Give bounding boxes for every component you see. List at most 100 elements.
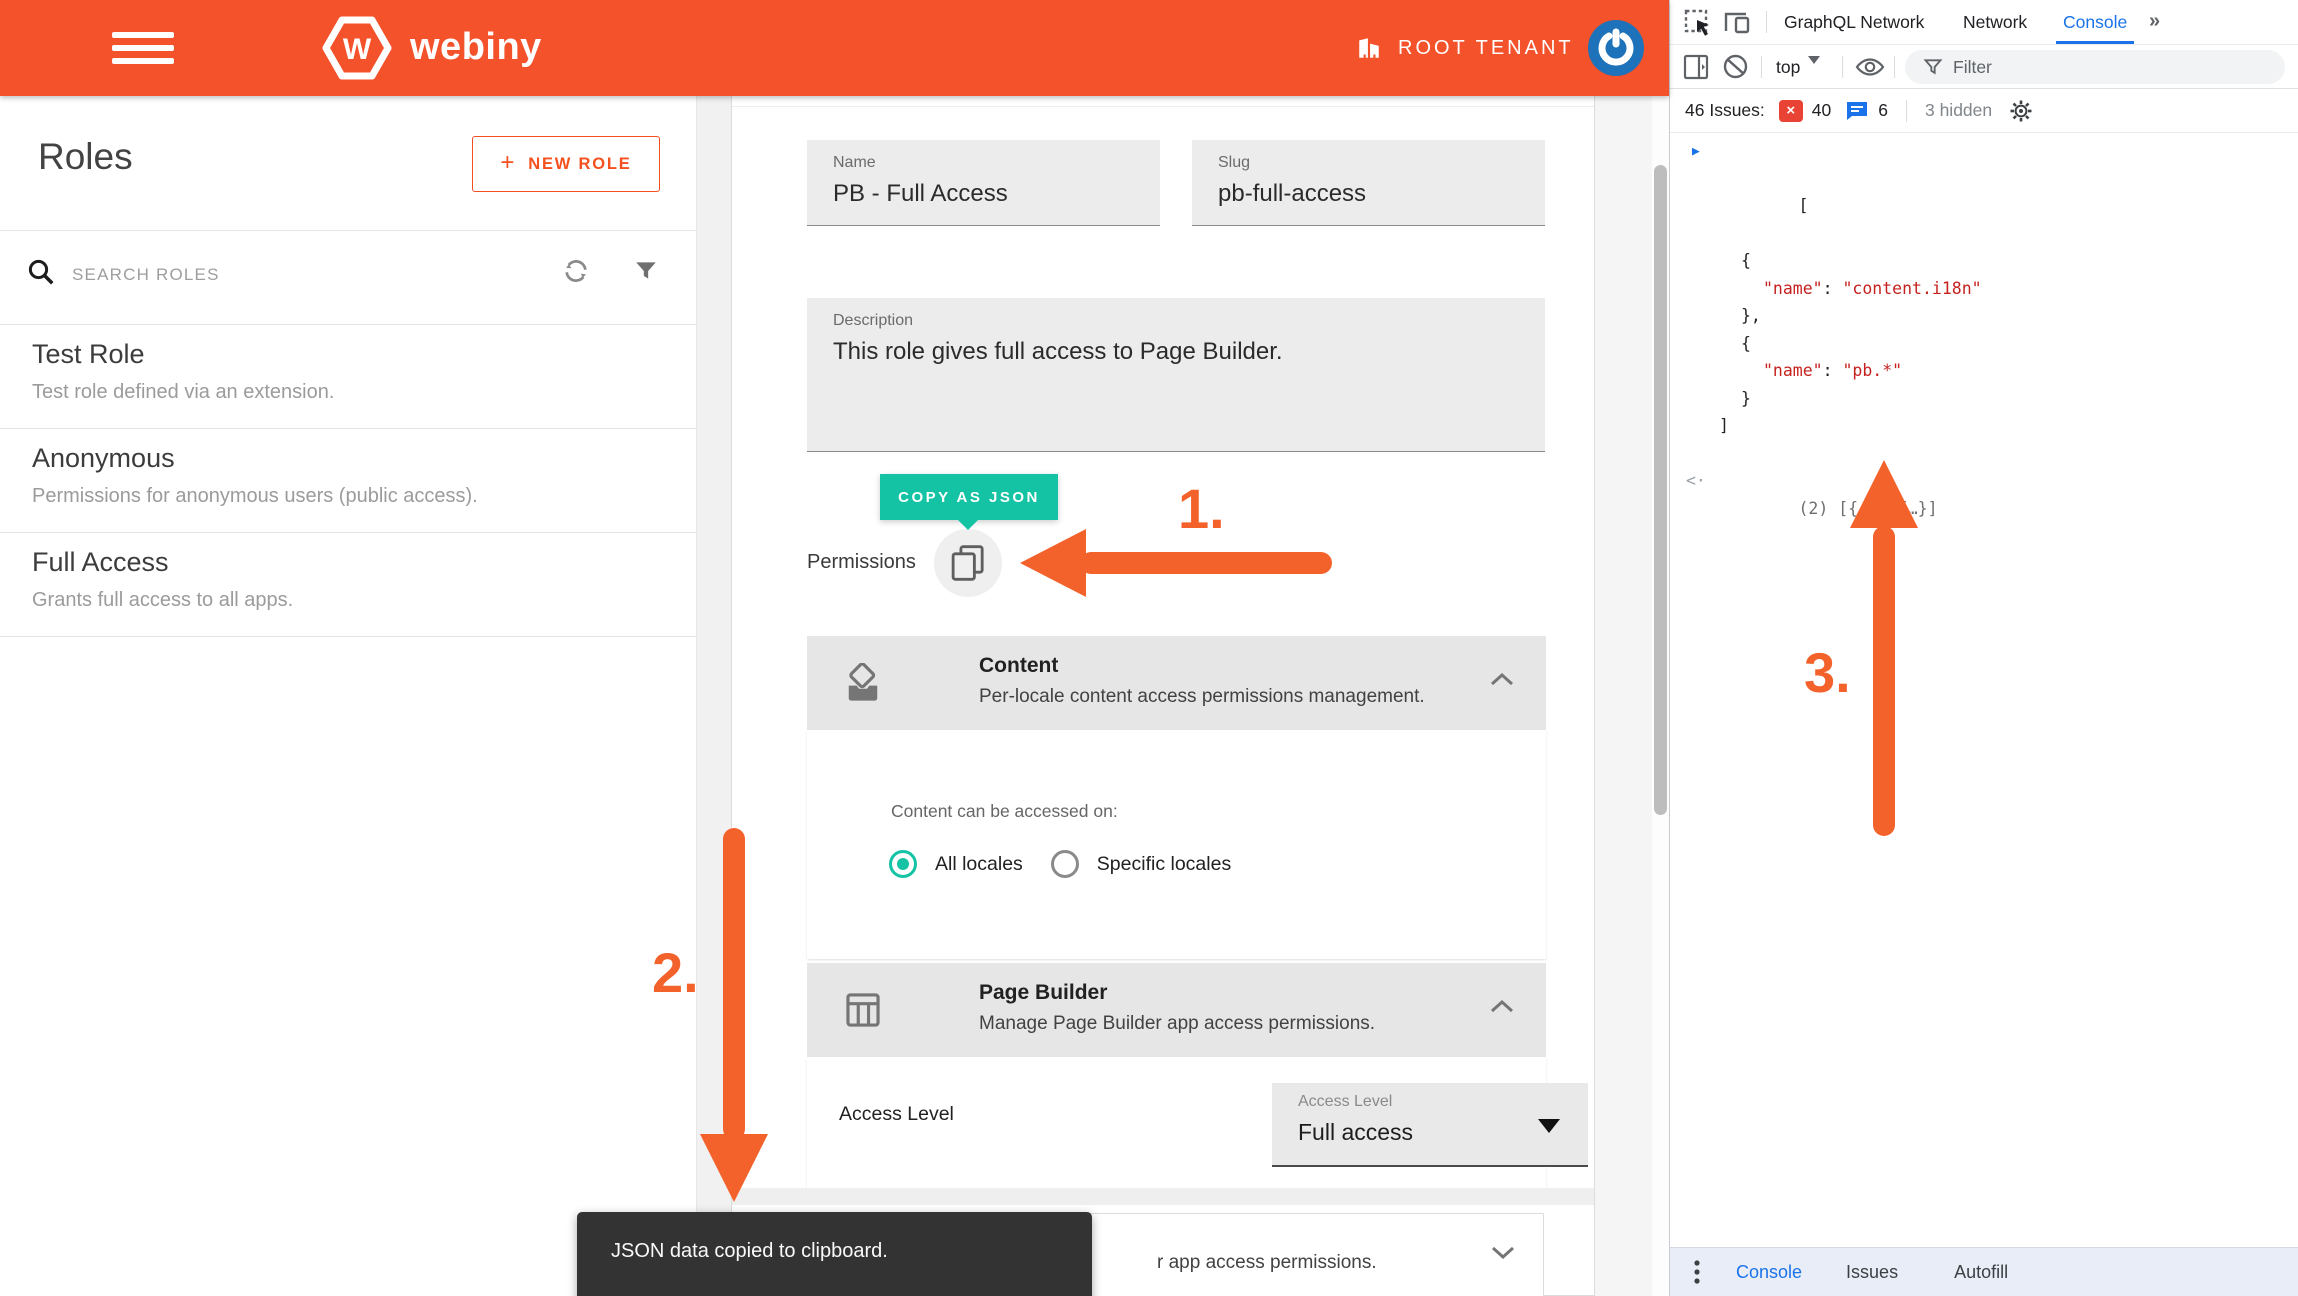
expand-caret-icon[interactable]: ▶ <box>1692 138 1700 166</box>
content-icon <box>844 663 882 705</box>
slug-field[interactable]: Slug pb-full-access <box>1192 140 1545 226</box>
return-arrow-icon: <· <box>1686 467 1706 495</box>
roles-sidebar: Roles + NEW ROLE SEARCH ROLES Test Role <box>0 96 697 1296</box>
section-content-body: Content can be accessed on: All locales … <box>807 730 1546 959</box>
console-line: ▶ [ <box>1670 137 2298 247</box>
page-builder-icon <box>844 990 882 1030</box>
screen: Roles + NEW ROLE SEARCH ROLES Test Role <box>0 0 2298 1296</box>
description-field-label: Description <box>833 312 913 330</box>
search-icon <box>26 257 56 287</box>
console-line: ] <box>1670 412 2298 440</box>
brand-wordmark: webiny <box>410 26 542 69</box>
description-field[interactable]: Description This role gives full access … <box>807 298 1545 452</box>
chevron-down-icon[interactable] <box>1489 1242 1517 1262</box>
error-count-badge[interactable]: × <box>1779 100 1803 122</box>
search-input[interactable]: SEARCH ROLES <box>72 265 220 285</box>
tab-graphql-network[interactable]: GraphQL Network <box>1784 0 1924 45</box>
caret-down-icon <box>1538 1119 1560 1144</box>
radio-all-locales[interactable] <box>889 850 917 878</box>
page-title: Roles <box>38 136 133 178</box>
locale-radio-group: All locales Specific locales <box>889 847 1259 881</box>
new-role-label: NEW ROLE <box>528 155 631 174</box>
description-field-value: This role gives full access to Page Buil… <box>833 338 1283 366</box>
section-title: Page Builder <box>979 981 1107 1005</box>
role-name: Test Role <box>32 339 145 370</box>
list-item-full-access[interactable]: Full Access Grants full access to all ap… <box>0 533 697 636</box>
snackbar-message: JSON data copied to clipboard. <box>611 1240 888 1263</box>
role-description: Grants full access to all apps. <box>32 589 293 612</box>
menu-icon[interactable] <box>112 32 174 64</box>
plus-icon: + <box>500 149 516 177</box>
search-roles-bar[interactable]: SEARCH ROLES <box>0 231 697 324</box>
section-subtitle: Per-locale content access permissions ma… <box>979 686 1425 708</box>
building-icon <box>1356 35 1382 61</box>
message-badge-icon[interactable] <box>1845 100 1869 122</box>
scrollbar-thumb[interactable] <box>1654 165 1667 815</box>
kebab-menu-icon[interactable] <box>1694 1259 1700 1285</box>
filter-icon[interactable] <box>633 257 659 285</box>
snackbar: JSON data copied to clipboard. <box>577 1212 1092 1296</box>
access-level-label: Access Level <box>839 1103 954 1126</box>
divider <box>1906 100 1907 122</box>
list-item-anonymous[interactable]: Anonymous Permissions for anonymous user… <box>0 429 697 532</box>
drawer-tab-console[interactable]: Console <box>1736 1262 1802 1283</box>
console-line: { <box>1670 247 2298 275</box>
page-background <box>1595 96 1652 1296</box>
divider <box>732 106 1594 107</box>
devtools-drawer: Console Issues Autofill <box>1670 1247 2298 1296</box>
drawer-tab-issues[interactable]: Issues <box>1846 1262 1898 1283</box>
app-header: W webiny ROOT TENANT <box>0 0 1669 96</box>
inspect-element-icon[interactable] <box>1684 9 1712 37</box>
section-page-builder-header[interactable]: Page Builder Manage Page Builder app acc… <box>807 963 1546 1057</box>
clear-console-icon[interactable] <box>1722 53 1749 80</box>
radio-specific-locales[interactable] <box>1051 850 1079 878</box>
console-line: } <box>1670 385 2298 413</box>
console-filter-input[interactable]: Filter <box>1905 50 2285 84</box>
section-content-header[interactable]: Content Per-locale content access permis… <box>807 636 1546 730</box>
drawer-tab-autofill[interactable]: Autofill <box>1954 1262 2008 1283</box>
svg-text:W: W <box>343 33 372 66</box>
chevron-up-icon[interactable] <box>1488 670 1516 690</box>
console-line: "name": "pb.*" <box>1670 357 2298 385</box>
section-subtitle-fragment: r app access permissions. <box>1157 1252 1377 1274</box>
access-level-dropdown[interactable]: Access Level Full access <box>1272 1083 1588 1167</box>
message-count: 6 <box>1878 100 1888 121</box>
divider <box>0 636 697 637</box>
radio-specific-locales-label[interactable]: Specific locales <box>1097 853 1231 876</box>
chevron-up-icon[interactable] <box>1488 997 1516 1017</box>
issues-settings-gear-icon[interactable] <box>2008 98 2034 124</box>
device-toolbar-icon[interactable] <box>1722 9 1752 37</box>
slug-field-label: Slug <box>1218 154 1250 172</box>
role-description: Permissions for anonymous users (public … <box>32 485 478 508</box>
list-item-test-role[interactable]: Test Role Test role defined via an exten… <box>0 325 697 428</box>
tenant-selector[interactable]: ROOT TENANT <box>1356 30 1574 66</box>
permissions-label: Permissions <box>807 551 916 574</box>
eye-icon[interactable] <box>1855 55 1885 79</box>
console-line: }, <box>1670 302 2298 330</box>
dropdown-label: Access Level <box>1298 1093 1392 1111</box>
user-avatar[interactable] <box>1588 20 1644 76</box>
new-role-button[interactable]: + NEW ROLE <box>472 136 660 192</box>
name-field-value: PB - Full Access <box>833 180 1008 208</box>
console-toolbar: top Filter <box>1670 45 2298 89</box>
name-field[interactable]: Name PB - Full Access <box>807 140 1160 226</box>
copy-permissions-button[interactable] <box>934 529 1002 597</box>
tab-network[interactable]: Network <box>1963 0 2027 45</box>
annotation-step-1: 1. <box>1020 470 1340 600</box>
annotation-3-label: 3. <box>1804 640 1851 705</box>
tenant-label: ROOT TENANT <box>1398 37 1574 60</box>
radio-all-locales-label[interactable]: All locales <box>935 853 1023 876</box>
tab-console[interactable]: Console <box>2063 0 2127 45</box>
annotation-step-2: 2. <box>650 828 770 1208</box>
context-selector[interactable]: top <box>1776 56 1820 78</box>
issues-bar: 46 Issues: × 40 6 3 hidden <box>1670 89 2298 133</box>
console-line: { <box>1670 330 2298 358</box>
section-title: Content <box>979 654 1058 678</box>
refresh-icon[interactable] <box>560 255 592 287</box>
active-tab-underline <box>2056 41 2134 44</box>
dock-side-icon[interactable] <box>1683 54 1709 80</box>
more-tabs-icon[interactable]: » <box>2149 10 2158 33</box>
hidden-issues: 3 hidden <box>1925 100 1992 121</box>
content-access-label: Content can be accessed on: <box>891 801 1118 822</box>
page-scrollbar[interactable] <box>1652 96 1669 1296</box>
